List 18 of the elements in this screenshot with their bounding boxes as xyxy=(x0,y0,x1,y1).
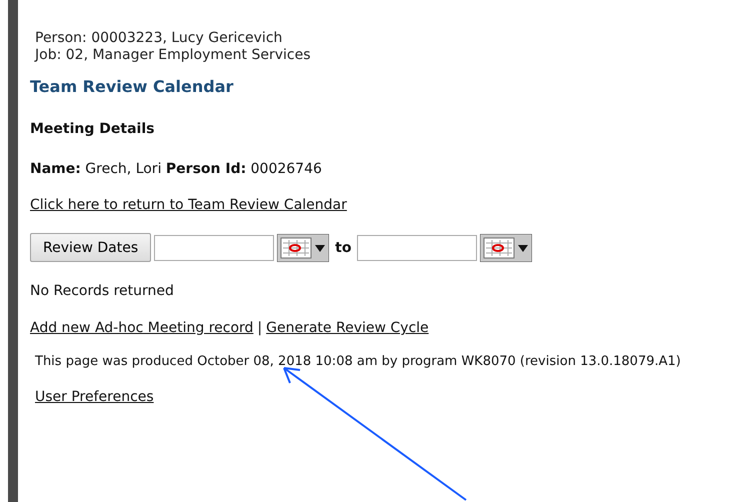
start-date-field[interactable] xyxy=(154,234,274,260)
to-label: to xyxy=(335,240,352,256)
person-text: Person: 00003223, Lucy Gericevich xyxy=(35,30,284,47)
end-date-field[interactable] xyxy=(357,234,478,260)
details-text: Name: Grech, Lori Person Id: 00026746 xyxy=(30,161,322,177)
status-text: No Records returned xyxy=(30,283,174,299)
review-dates-button[interactable]: Review Dates xyxy=(30,233,152,262)
return-link[interactable]: Click here to return to Team Review Calendar xyxy=(30,197,347,213)
link[interactable]: Generate Review Cycle xyxy=(266,320,429,336)
footer-text: This page was produced October 08, 2018 10:08 am by program WK8070 (revision 13.0.18079.A1) xyxy=(34,354,681,369)
calendar-icon[interactable] xyxy=(480,234,532,262)
preferences-link[interactable]: User Preferences xyxy=(30,389,154,405)
page-title: Team Review Calendar xyxy=(30,77,234,96)
job-text: Job: 02, Manager Employment Services xyxy=(35,47,310,64)
link[interactable]: Add new Ad-hoc Meeting record xyxy=(30,320,254,336)
section-heading: Meeting Details xyxy=(30,121,154,137)
link-separator: | xyxy=(257,320,262,336)
calendar-icon[interactable] xyxy=(277,234,330,262)
